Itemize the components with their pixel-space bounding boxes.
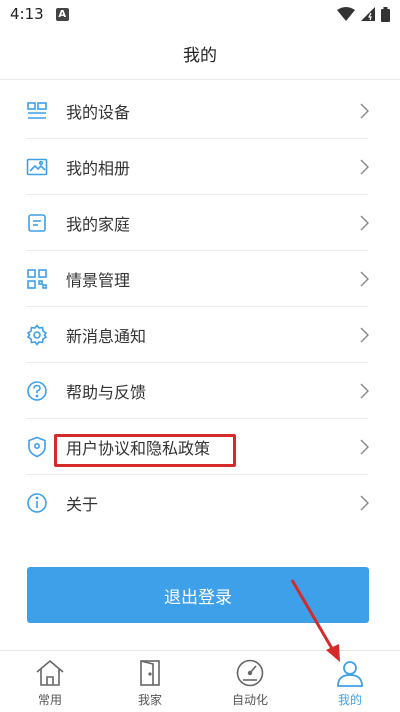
menu-item-about[interactable]: 关于 [0, 475, 400, 531]
chevron-right-icon [360, 103, 369, 119]
tab-my-home[interactable]: 我家 [100, 651, 200, 712]
menu-item-scene-management[interactable]: 情景管理 [0, 251, 400, 307]
album-icon [26, 156, 48, 178]
door-icon [134, 657, 166, 689]
info-icon [26, 492, 48, 514]
chevron-right-icon [360, 495, 369, 511]
chevron-right-icon [360, 439, 369, 455]
menu-item-my-album[interactable]: 我的相册 [0, 139, 400, 195]
signal-icon [361, 7, 375, 21]
tab-label: 我家 [137, 693, 162, 707]
chevron-right-icon [360, 215, 369, 231]
menu-label: 我的设备 [66, 103, 131, 122]
bottom-tab-bar: 常用 我家 自动化 我的 [0, 650, 400, 712]
notification-icon: A [55, 7, 69, 21]
tab-mine[interactable]: 我的 [300, 651, 400, 712]
tab-label: 自动化 [231, 693, 268, 707]
menu-item-notifications[interactable]: 新消息通知 [0, 307, 400, 363]
logout-button[interactable]: 退出登录 [27, 567, 369, 623]
tab-label: 常用 [37, 693, 62, 707]
menu-label: 我的相册 [66, 159, 131, 178]
menu-label: 新消息通知 [66, 327, 147, 346]
scene-grid-icon [26, 268, 48, 290]
chevron-right-icon [360, 383, 369, 399]
tab-automation[interactable]: 自动化 [200, 651, 300, 712]
status-indicators [337, 6, 390, 22]
menu-label: 情景管理 [66, 271, 131, 290]
page-title: 我的 [0, 28, 400, 80]
help-icon [26, 380, 48, 402]
battery-icon [381, 6, 390, 22]
wifi-icon [337, 7, 355, 21]
menu-item-my-devices[interactable]: 我的设备 [0, 83, 400, 139]
family-icon [26, 212, 48, 234]
menu-label: 关于 [66, 495, 99, 514]
home-icon [34, 657, 66, 689]
menu-item-help-feedback[interactable]: 帮助与反馈 [0, 363, 400, 419]
gear-icon [26, 324, 48, 346]
tab-common[interactable]: 常用 [0, 651, 100, 712]
speedometer-icon [234, 657, 266, 689]
chevron-right-icon [360, 159, 369, 175]
chevron-right-icon [360, 327, 369, 343]
status-bar: 4:13 A [0, 0, 400, 28]
menu-label: 我的家庭 [66, 215, 131, 234]
annotation-highlight-box [54, 434, 236, 467]
tab-label: 我的 [337, 693, 362, 707]
status-time: 4:13 [10, 5, 44, 23]
chevron-right-icon [360, 271, 369, 287]
shield-icon [26, 436, 48, 458]
person-icon [334, 657, 366, 689]
menu-label: 帮助与反馈 [66, 383, 147, 402]
menu-item-my-family[interactable]: 我的家庭 [0, 195, 400, 251]
device-list-icon [26, 100, 48, 122]
